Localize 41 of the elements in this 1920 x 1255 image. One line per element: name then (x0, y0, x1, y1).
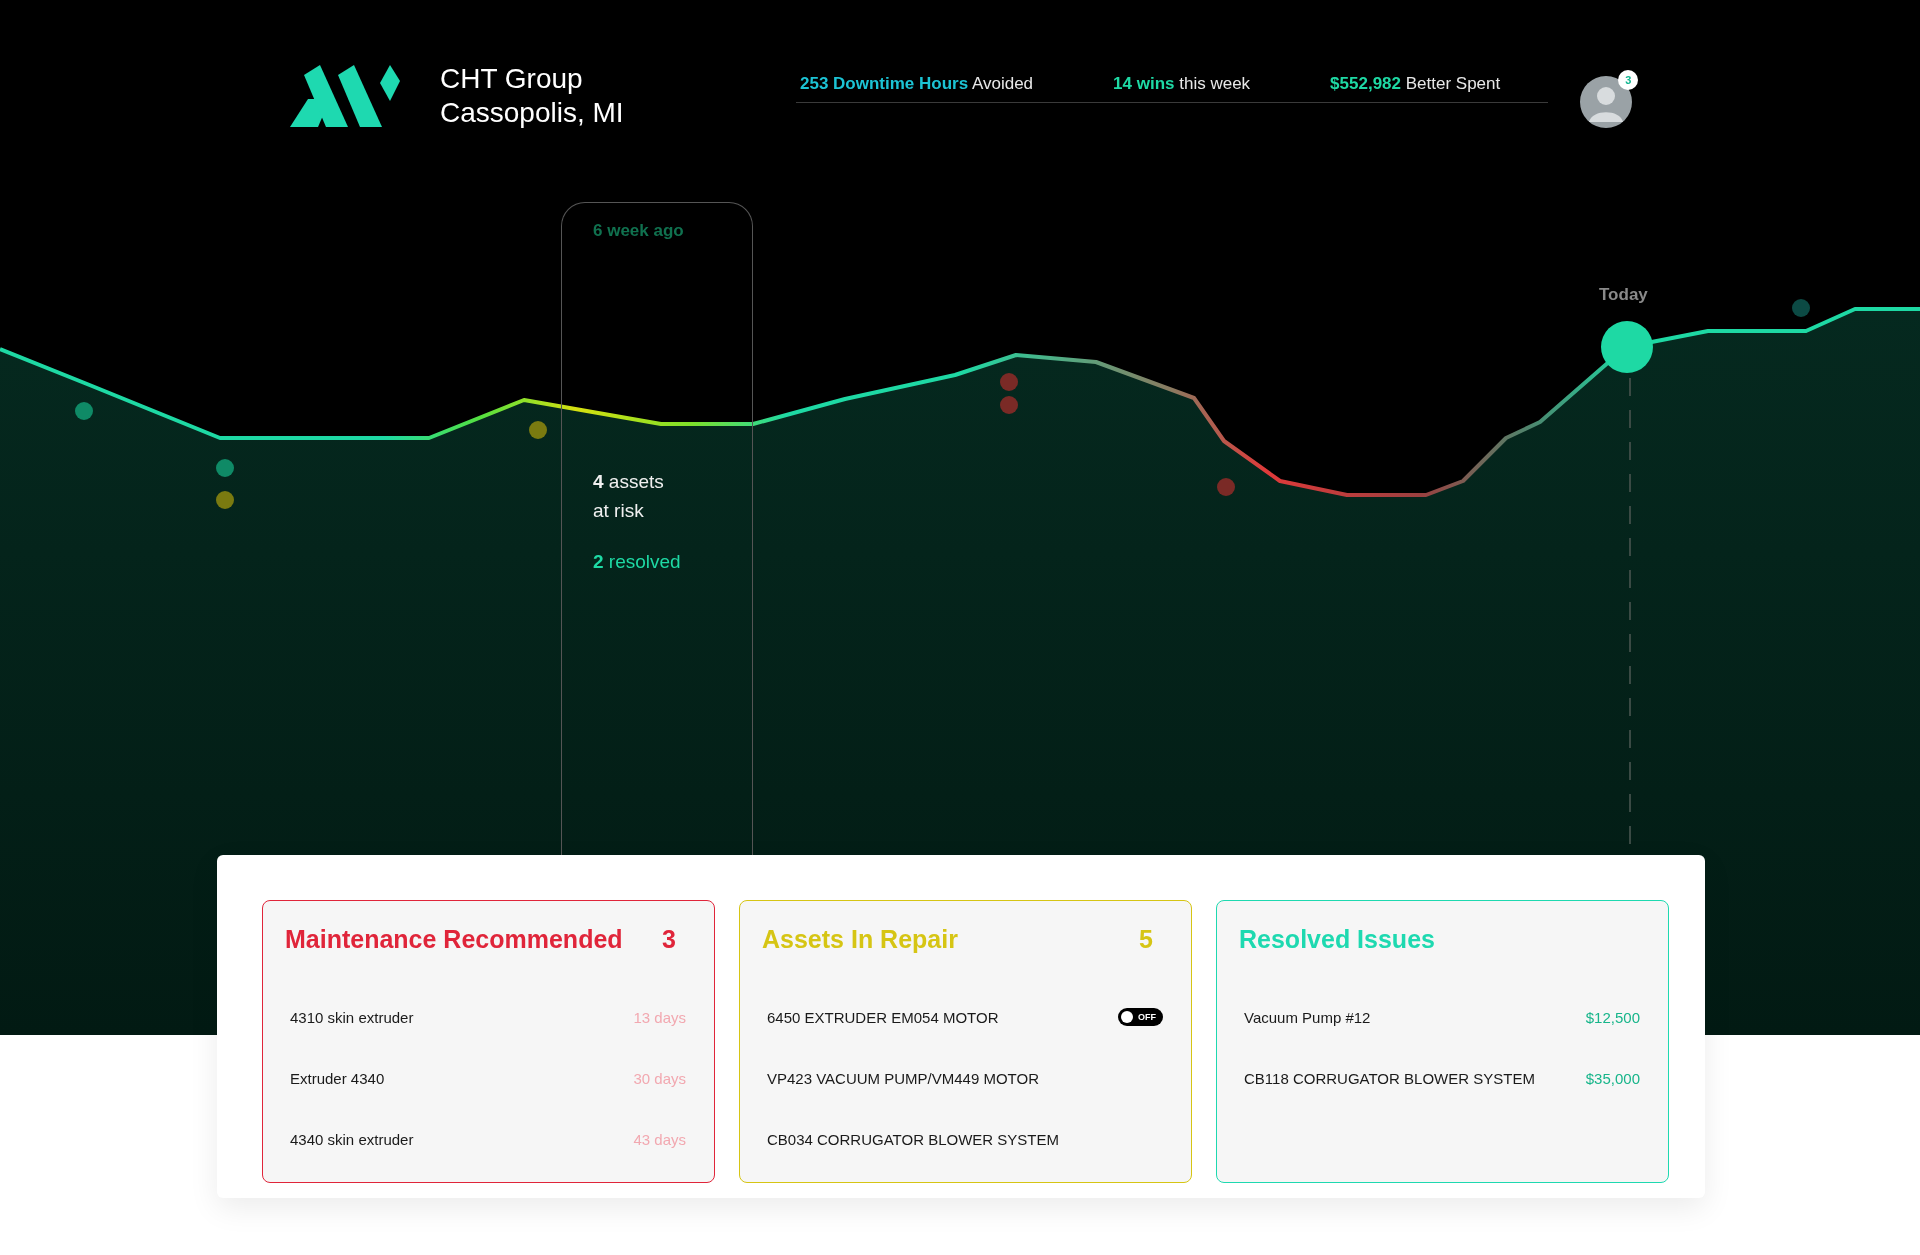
today-label: Today (1599, 285, 1648, 305)
event-dot (216, 459, 234, 477)
asset-name: CB034 CORRUGATOR BLOWER SYSTEM (767, 1130, 1059, 1148)
stat-text: $552,982 Better Spent (1330, 74, 1501, 94)
card-count: 3 (662, 925, 676, 954)
logo-icon (290, 65, 400, 127)
event-dot (1000, 396, 1018, 414)
asset-name: VP423 VACUUM PUMP/VM449 MOTOR (767, 1069, 1039, 1087)
event-dot (75, 402, 93, 420)
asset-name: Extruder 4340 (290, 1069, 385, 1087)
card-title: Assets In Repair (762, 925, 958, 954)
event-dot (1000, 373, 1018, 391)
item-value: $12,500 (1585, 1008, 1640, 1026)
toggle-switch[interactable]: OFF (1118, 1008, 1163, 1026)
item-value: 30 days (633, 1069, 686, 1087)
stat-text: 253 Downtime Hours Avoided (800, 74, 1034, 94)
event-dot (1217, 478, 1235, 496)
event-dot (529, 421, 547, 439)
event-dot (1792, 299, 1810, 317)
item-value: 43 days (633, 1130, 686, 1148)
notification-badge: 3 (1618, 70, 1639, 90)
asset-name: Vacuum Pump #12 (1244, 1008, 1371, 1026)
asset-name: 6450 EXTRUDER EM054 MOTOR (767, 1008, 999, 1026)
stat-text: 14 wins this week (1113, 74, 1251, 94)
item-value: $35,000 (1585, 1069, 1640, 1087)
company-location: Cassopolis, MI (440, 96, 625, 130)
item-value: 13 days (633, 1008, 686, 1026)
asset-name: 4340 skin extruder (290, 1130, 414, 1148)
asset-name: CB118 CORRUGATOR BLOWER SYSTEM (1244, 1069, 1535, 1087)
resolved-count: 2 resolved (593, 550, 682, 574)
risk-label: at risk (593, 499, 645, 523)
card-count: 5 (1139, 925, 1153, 954)
user-avatar[interactable] (1580, 76, 1633, 128)
event-dot (216, 491, 234, 509)
company-name: CHT Group (440, 62, 584, 96)
period-label: 6 week ago (593, 221, 685, 241)
card-title: Maintenance Recommended (285, 925, 623, 954)
today-marker[interactable] (1601, 321, 1653, 373)
asset-name: 4310 skin extruder (290, 1008, 414, 1026)
assets-count: 4 assets (593, 470, 665, 494)
card-title: Resolved Issues (1239, 925, 1435, 954)
